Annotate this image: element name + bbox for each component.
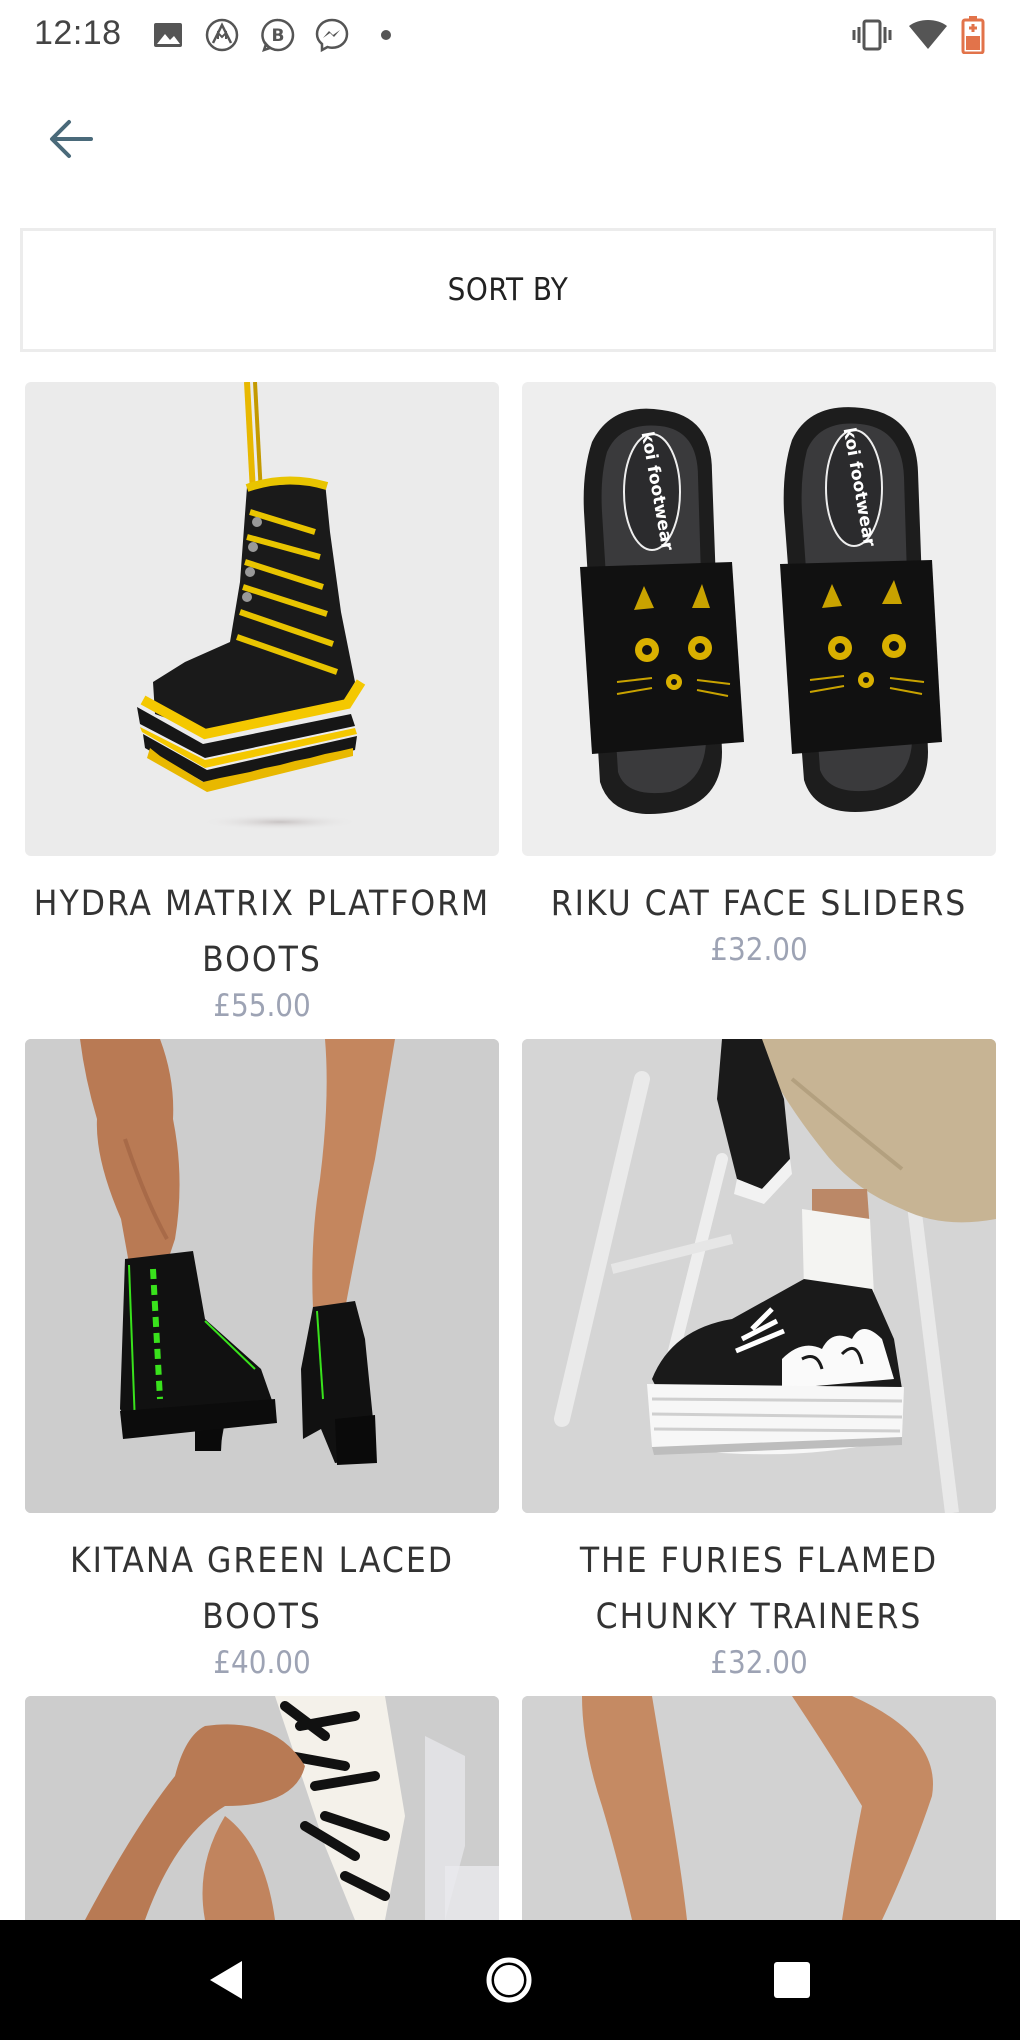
product-image[interactable] — [25, 1039, 499, 1513]
back-triangle-icon — [210, 1961, 242, 1999]
product-price: £32.00 — [710, 1645, 808, 1681]
product-price: £32.00 — [710, 932, 808, 968]
product-card[interactable]: koi footwear koi footwear RIKU CAT FACE … — [522, 382, 996, 970]
back-button[interactable] — [36, 104, 106, 174]
product-image[interactable] — [25, 1696, 499, 1920]
product-name[interactable]: THE FURIES FLAMED CHUNKY TRAINERS — [522, 1533, 996, 1645]
dot-icon — [378, 16, 394, 54]
nav-recents-button[interactable] — [756, 1944, 828, 2016]
battery-icon — [958, 16, 988, 54]
vibrate-icon — [850, 16, 894, 54]
brand-m-icon — [202, 16, 242, 54]
svg-text:B: B — [272, 26, 285, 46]
recents-square-icon — [774, 1962, 810, 1998]
product-name[interactable]: RIKU CAT FACE SLIDERS — [522, 876, 996, 932]
product-image[interactable] — [522, 1039, 996, 1513]
status-time: 12:18 — [34, 14, 122, 52]
product-name[interactable]: HYDRA MATRIX PLATFORM BOOTS — [25, 876, 499, 988]
app-screen: 12:18 B SORT BY HYDRA MATRIX PLATFORM BO… — [0, 0, 1020, 2040]
product-card[interactable]: THE FURIES FLAMED CHUNKY TRAINERS £32.00 — [522, 1039, 996, 1683]
product-name[interactable]: KITANA GREEN LACED BOOTS — [25, 1533, 499, 1645]
navigation-bar — [0, 1920, 1020, 2040]
home-circle-icon — [486, 1957, 532, 2003]
product-card[interactable]: HYDRA MATRIX PLATFORM BOOTS £55.00 — [25, 382, 499, 1026]
product-image[interactable] — [25, 382, 499, 856]
arrow-left-icon — [50, 120, 93, 158]
status-bar: 12:18 B — [0, 0, 1020, 70]
messenger-icon — [312, 16, 352, 54]
product-card[interactable] — [522, 1696, 996, 1920]
sort-by-button[interactable]: SORT BY — [20, 228, 996, 352]
sort-by-label: SORT BY — [447, 272, 569, 308]
product-image[interactable] — [522, 1696, 996, 1920]
product-card[interactable] — [25, 1696, 499, 1920]
nav-home-button[interactable] — [473, 1944, 545, 2016]
nav-back-button[interactable] — [190, 1944, 262, 2016]
image-icon — [150, 16, 186, 54]
left-slider: koi footwear — [580, 408, 744, 814]
product-card[interactable]: KITANA GREEN LACED BOOTS £40.00 — [25, 1039, 499, 1683]
product-price: £40.00 — [213, 1645, 311, 1681]
product-price: £55.00 — [213, 988, 311, 1024]
b-icon: B — [258, 16, 298, 54]
right-slider: koi footwear — [780, 407, 942, 812]
product-image[interactable]: koi footwear koi footwear — [522, 382, 996, 856]
wifi-icon — [908, 16, 948, 54]
